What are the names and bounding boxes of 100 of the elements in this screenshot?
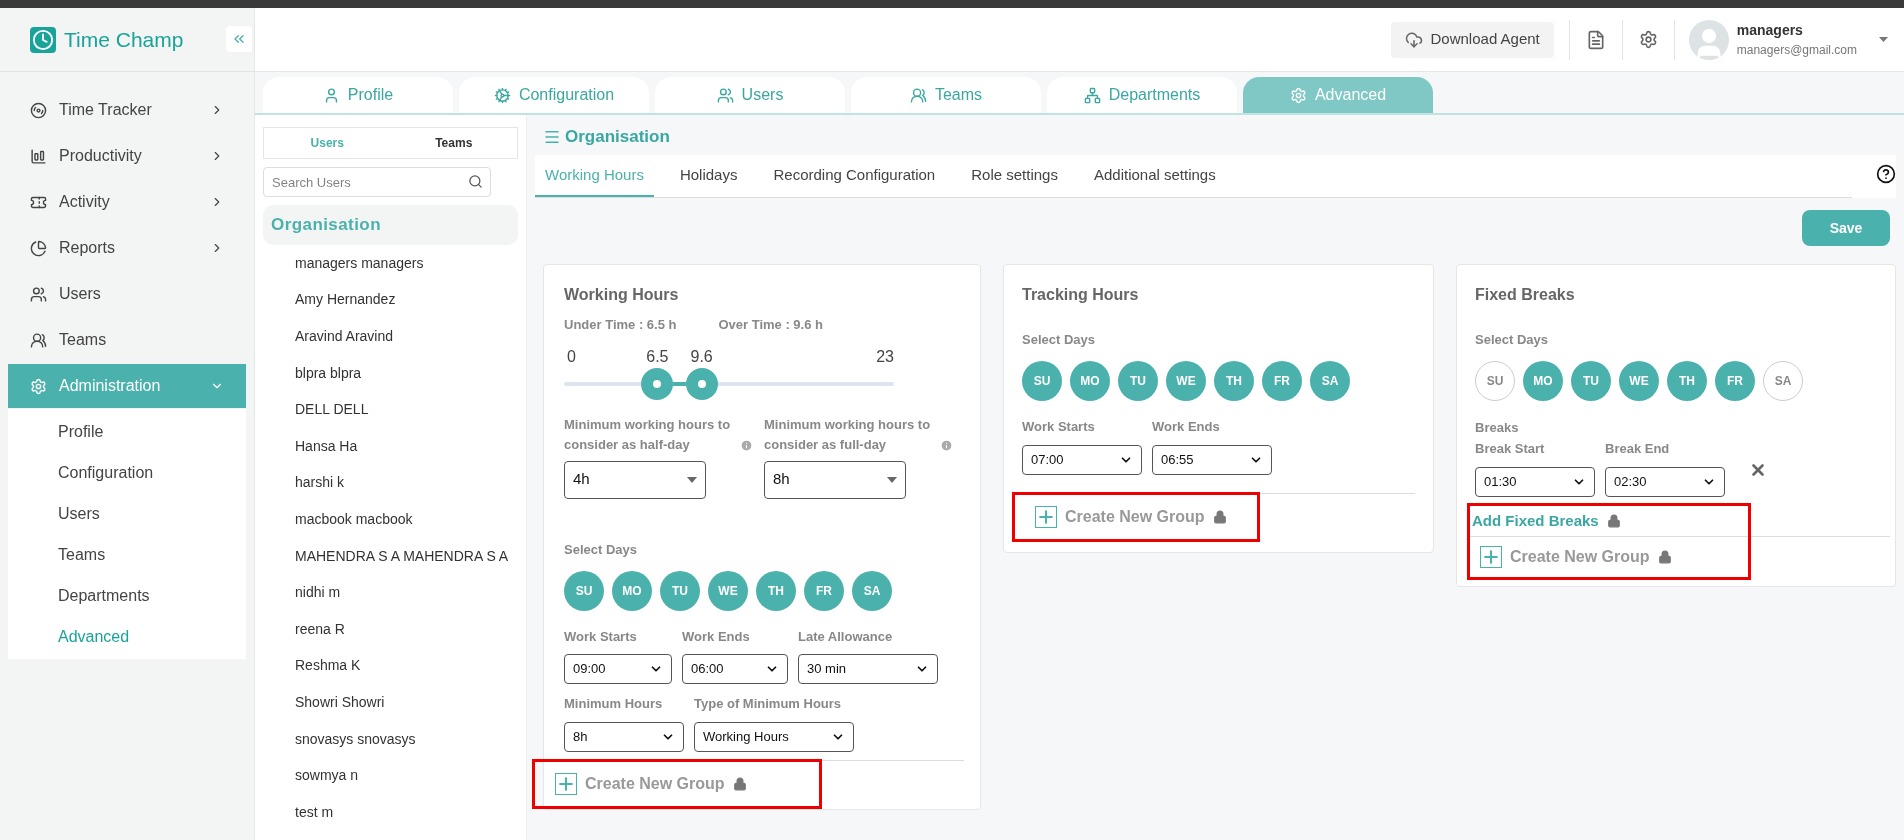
user-list-item[interactable]: Aravind Aravind [263,318,518,355]
user-list-item[interactable]: Reshma K [263,647,518,685]
nav-icon [30,331,47,349]
dropdown[interactable]: 01:30 [1475,466,1595,497]
slider-thumb[interactable] [641,367,674,400]
user-list-item[interactable]: test m [263,793,518,831]
user-list-item[interactable]: snovasys snovasys [263,720,518,758]
caret-icon [887,476,897,483]
app-name: Time Champ [64,26,184,53]
submenu-item[interactable]: Configuration [8,452,246,493]
tab-icon [493,86,511,104]
download-agent-button[interactable]: Download Agent [1390,21,1554,58]
dropdown[interactable]: 09:00 [564,654,672,684]
user-list-item[interactable]: MAHENDRA S A MAHENDRA S A [263,537,518,575]
field-label: Minimum working hours to consider as half-day [564,415,732,454]
search-icon [468,174,483,189]
card-title: Working Hours [564,285,680,305]
plus-icon [1480,546,1502,568]
user-list-item[interactable]: Amy Hernandez [263,281,518,319]
nav-item[interactable]: Productivity [8,134,246,178]
settings-tab[interactable]: Holidays [669,155,748,197]
dropdown[interactable]: 30 min [798,654,938,684]
user-list-item[interactable]: Hansa Ha [263,427,518,465]
field-label: Break Start [1475,440,1546,458]
nav-item[interactable]: Users [8,272,246,316]
user-list-item[interactable]: reena R [263,610,518,648]
nav-icon [30,101,47,119]
user-list-item[interactable]: Showri Showri [263,684,518,721]
nav-icon [30,147,47,165]
dropdown[interactable]: 02:30 [1605,466,1725,497]
user-list-item[interactable]: managers managers [263,245,518,282]
settings-tab[interactable]: Additional settings [1083,155,1226,197]
field-label: Select Days [1475,332,1548,347]
settings-tab[interactable]: Role settings [961,155,1068,197]
field-label: Minimum working hours to consider as full-day [764,415,932,454]
field-label: Select Days [1022,332,1095,347]
dropdown[interactable]: 06:55 [1152,444,1272,475]
field-label: Work Ends [1152,418,1221,436]
under-time-text: Under Time : 6.5 h [564,316,677,334]
field-label: Minimum Hours [564,695,664,713]
nav-icon [30,285,47,303]
menu-icon[interactable] [543,128,561,146]
field-label: Work Starts [564,627,638,646]
dropdown[interactable]: 4h [564,460,706,499]
field-label: Break End [1605,440,1671,458]
card-title: Tracking Hours [1022,285,1140,305]
nav-icon [30,239,47,257]
info-icon [940,438,953,452]
dropdown[interactable]: 8h [564,721,684,752]
user-list-item[interactable]: DELL DELL [263,391,518,428]
panel-tab[interactable]: Teams [390,128,517,158]
field-label: Select Days [564,541,637,557]
submenu-item[interactable]: Users [8,493,246,534]
field-label: Late Allowance [798,627,894,646]
slider-max-label: 23 [876,346,894,367]
avatar-placeholder [1688,19,1729,60]
user-list-item[interactable]: harshi k [263,464,518,502]
tab-icon [716,86,734,104]
tab-icon [909,86,927,104]
caret-icon[interactable] [1879,37,1888,42]
field-label: Work Starts [1022,418,1096,436]
day-toggle[interactable]: SU [1475,361,1515,401]
user-list-item[interactable]: blpra blpra [263,354,518,392]
field-label: Work Ends [682,627,751,646]
field-label: Type of Minimum Hours [694,695,843,713]
day-toggle[interactable]: SA [1763,361,1803,401]
user-list-item[interactable]: sowmya n [263,757,518,794]
dropdown[interactable]: Working Hours [694,721,854,752]
user-list-item[interactable]: macbook macbook [263,501,518,538]
settings-tab[interactable]: Recording Configuration [763,155,946,197]
nav-item[interactable]: Time Tracker [8,88,246,132]
settings-icon[interactable] [1638,30,1658,49]
user-email: managers@gmail.com [1736,42,1857,59]
plus-icon [555,772,577,795]
slider-range [673,381,686,386]
nav-icon [30,377,47,395]
nav-item[interactable]: Reports [8,226,246,270]
caret-icon [687,476,697,483]
card-title: Fixed Breaks [1475,285,1576,305]
submenu-item[interactable]: Profile [8,411,246,452]
nav-item[interactable]: Teams [8,318,246,362]
slider-value-label: 6.5 [646,346,669,367]
plus-icon [1035,505,1057,528]
search-field[interactable]: Search Users [263,167,491,197]
tab-icon [1083,86,1101,104]
dropdown[interactable]: 07:00 [1022,444,1142,475]
submenu-item[interactable]: Teams [8,534,246,575]
help-icon[interactable] [1876,164,1896,184]
user-list-item[interactable]: nidhi m [263,574,518,611]
over-time-text: Over Time : 9.6 h [718,316,823,334]
field-label: Breaks [1475,420,1519,435]
tab-icon [1289,86,1307,104]
submenu-item[interactable]: Departments [8,575,246,616]
dropdown[interactable]: 8h [764,460,906,499]
slider-thumb[interactable] [685,367,718,400]
user-name: managers [1736,21,1804,40]
page-title: Organisation [565,126,670,149]
dropdown[interactable]: 06:00 [682,654,788,684]
logo-icon [30,26,56,53]
nav-item[interactable]: Activity [8,180,246,224]
